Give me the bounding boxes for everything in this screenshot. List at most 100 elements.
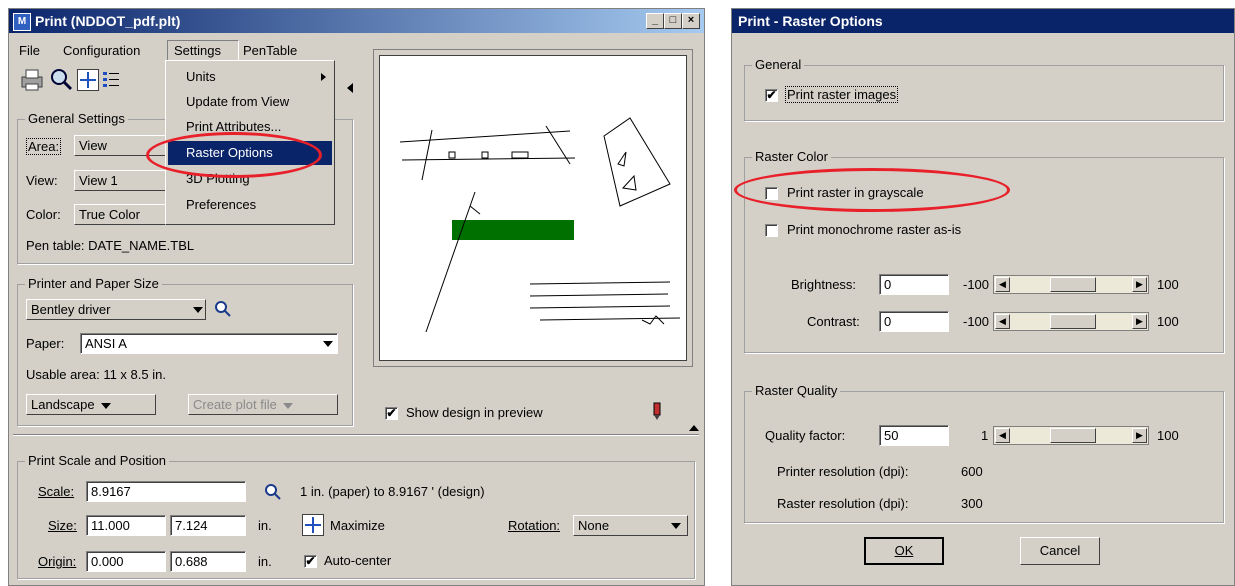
quality-label: Quality factor: (765, 428, 846, 443)
slider-right-arrow[interactable]: ▶ (1132, 314, 1147, 329)
autocenter-label: Auto-center (324, 553, 392, 568)
contrast-max: 100 (1157, 314, 1179, 329)
autocenter-checkbox[interactable]: ✔ (304, 555, 317, 568)
menu-settings[interactable]: Settings (174, 43, 221, 58)
rotation-combo[interactable]: None (573, 515, 688, 536)
maximize-icon[interactable] (302, 514, 324, 536)
maximize-label[interactable]: Maximize (330, 518, 385, 533)
grayscale-highlight (734, 168, 1010, 212)
quality-max: 100 (1157, 428, 1179, 443)
print-raster-images-text: Print raster images (787, 87, 897, 102)
collapse-left-icon[interactable] (347, 83, 353, 93)
slider-thumb[interactable] (1050, 314, 1096, 329)
scale-search-icon[interactable] (264, 483, 282, 501)
driver-combo[interactable]: Bentley driver (26, 299, 206, 320)
brightness-slider[interactable]: ◀ ▶ (993, 275, 1149, 294)
contrast-min: -100 (963, 314, 990, 329)
slider-left-arrow[interactable]: ◀ (995, 314, 1010, 329)
raster-titlebar: Print - Raster Options (732, 9, 1234, 33)
printer-icon[interactable] (19, 67, 45, 91)
brightness-min: -100 (963, 277, 990, 292)
slider-left-arrow[interactable]: ◀ (995, 428, 1010, 443)
driver-search-icon[interactable] (214, 300, 232, 318)
slider-right-arrow[interactable]: ▶ (1132, 277, 1147, 292)
color-combo[interactable]: True Color (74, 204, 174, 225)
chevron-down-icon (671, 523, 681, 529)
quality-input[interactable]: 50 (879, 425, 949, 446)
scale-position-legend: Print Scale and Position (25, 453, 170, 468)
orientation-combo[interactable]: Landscape (26, 394, 156, 415)
pen-icon[interactable] (649, 401, 665, 421)
maximize-button[interactable]: □ (664, 13, 682, 29)
print-titlebar: M Print (NDDOT_pdf.plt) _ □ × (9, 9, 704, 33)
contrast-slider[interactable]: ◀ ▶ (993, 312, 1149, 331)
size-width-value: 11.000 (91, 518, 130, 533)
chevron-down-icon (282, 402, 293, 409)
printer-res-value: 600 (961, 464, 983, 479)
list-icon[interactable] (101, 69, 121, 89)
origin-x-value: 0.000 (91, 554, 124, 569)
create-plot-file-button[interactable]: Create plot file (188, 394, 338, 415)
origin-x-input[interactable]: 0.000 (86, 551, 166, 572)
origin-unit: in. (258, 554, 272, 569)
minimize-button[interactable]: _ (646, 13, 664, 29)
orientation-value: Landscape (31, 397, 95, 412)
ok-button[interactable]: OK (864, 537, 944, 565)
preview-zoom-icon[interactable] (49, 67, 73, 91)
close-button[interactable]: × (682, 13, 700, 29)
raster-quality-legend: Raster Quality (752, 383, 841, 398)
quality-slider[interactable]: ◀ ▶ (993, 426, 1149, 445)
general-settings-legend: General Settings (25, 111, 128, 126)
menu-configuration[interactable]: Configuration (63, 43, 140, 58)
origin-label: Origin: (38, 554, 77, 569)
size-width-input[interactable]: 11.000 (86, 515, 166, 536)
menu-file[interactable]: File (19, 43, 40, 58)
area-label-text: Area: (28, 139, 60, 154)
quality-value: 50 (884, 428, 899, 443)
size-height-input[interactable]: 7.124 (170, 515, 246, 536)
slider-left-arrow[interactable]: ◀ (995, 277, 1010, 292)
cancel-label: Cancel (1039, 543, 1081, 558)
create-plot-label: Create plot file (193, 397, 277, 412)
paper-select[interactable]: ANSI A (80, 333, 338, 354)
brightness-input[interactable]: 0 (879, 274, 949, 295)
divider (13, 434, 699, 436)
menu-item-preferences[interactable]: Preferences (168, 193, 332, 217)
size-height-value: 7.124 (175, 518, 208, 533)
cancel-button[interactable]: Cancel (1020, 537, 1100, 565)
brightness-max: 100 (1157, 277, 1179, 292)
contrast-input[interactable]: 0 (879, 311, 949, 332)
view-combo[interactable]: View 1 (74, 170, 174, 191)
color-label: Color: (26, 207, 61, 222)
color-value: True Color (79, 207, 140, 222)
contrast-label: Contrast: (807, 314, 860, 329)
ok-label: OK (894, 543, 914, 558)
view-value: View 1 (79, 173, 118, 188)
size-unit: in. (258, 518, 272, 533)
raster-res-label: Raster resolution (dpi): (777, 496, 909, 511)
preview-paper (379, 55, 687, 361)
origin-y-input[interactable]: 0.688 (170, 551, 246, 572)
print-raster-images-checkbox[interactable]: ✔ (765, 89, 778, 102)
slider-thumb[interactable] (1050, 428, 1096, 443)
chevron-down-icon (323, 341, 333, 347)
collapse-up-icon[interactable] (689, 425, 699, 431)
origin-y-value: 0.688 (175, 554, 208, 569)
menu-item-update-from-view[interactable]: Update from View (168, 90, 332, 114)
printer-paper-legend: Printer and Paper Size (25, 276, 162, 291)
show-design-checkbox[interactable]: ✔ (385, 407, 398, 420)
monochrome-checkbox[interactable] (765, 224, 778, 237)
print-title: Print (NDDOT_pdf.plt) (35, 13, 181, 29)
fit-icon[interactable] (77, 69, 99, 91)
usable-area-text: Usable area: 11 x 8.5 in. (26, 367, 166, 382)
raster-general-legend: General (752, 57, 805, 72)
driver-value: Bentley driver (31, 302, 111, 317)
menu-item-units[interactable]: Units (168, 65, 332, 89)
menu-pentable[interactable]: PenTable (243, 43, 297, 58)
scale-input[interactable]: 8.9167 (86, 481, 246, 502)
scale-label: Scale: (38, 484, 75, 499)
slider-thumb[interactable] (1050, 277, 1096, 292)
menu-settings-active[interactable]: Settings (167, 40, 239, 62)
slider-right-arrow[interactable]: ▶ (1132, 428, 1147, 443)
raster-options-highlight (146, 132, 322, 178)
